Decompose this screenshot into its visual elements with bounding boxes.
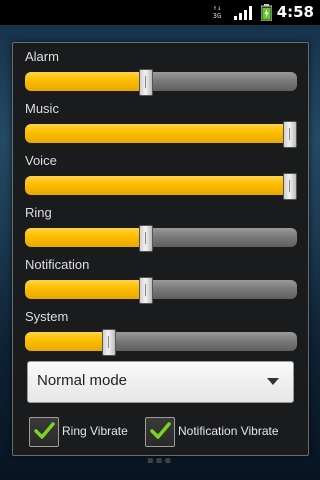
clock-time: 4:58 (276, 3, 314, 21)
signal-icon (234, 6, 252, 20)
music-volume-label: Music (25, 101, 59, 116)
app-drawer-icon: ▪▪▪ (146, 455, 174, 466)
music-volume-row: Music (13, 97, 308, 149)
system-volume-thumb[interactable] (102, 329, 116, 356)
voice-volume-slider[interactable] (25, 176, 297, 195)
ring-volume-thumb[interactable] (139, 225, 153, 252)
system-volume-fill (25, 332, 109, 351)
battery-icon (261, 4, 272, 21)
ringer-mode-dropdown[interactable]: Normal mode (27, 361, 294, 403)
system-volume-label: System (25, 309, 69, 324)
notification-volume-fill (25, 280, 146, 299)
voice-volume-thumb[interactable] (283, 173, 297, 200)
checkbox-box[interactable] (145, 417, 175, 447)
notification-volume-thumb[interactable] (139, 277, 153, 304)
voice-volume-label: Voice (25, 153, 57, 168)
checkbox-box[interactable] (29, 417, 59, 447)
alarm-volume-row: Alarm (13, 45, 308, 97)
ringer-mode-value: Normal mode (37, 372, 128, 389)
voice-volume-row: Voice (13, 149, 308, 201)
alarm-volume-thumb[interactable] (139, 69, 153, 96)
music-volume-thumb[interactable] (283, 121, 297, 148)
alarm-volume-slider[interactable] (25, 72, 297, 91)
voice-volume-fill (25, 176, 290, 195)
alarm-volume-label: Alarm (25, 49, 59, 64)
notification-volume-slider[interactable] (25, 280, 297, 299)
ring-volume-label: Ring (25, 205, 52, 220)
notification-volume-label: Notification (25, 257, 90, 272)
notification-volume-row: Notification (13, 253, 308, 305)
music-volume-slider[interactable] (25, 124, 297, 143)
music-volume-fill (25, 124, 290, 143)
ring-volume-fill (25, 228, 146, 247)
3g-icon: ↑↓ 3G (212, 4, 222, 20)
system-volume-slider[interactable] (25, 332, 297, 351)
ring-volume-row: Ring (13, 201, 308, 253)
ring-volume-slider[interactable] (25, 228, 297, 247)
alarm-volume-fill (25, 72, 146, 91)
ring-vibrate-label: Ring Vibrate (62, 424, 128, 438)
notification-vibrate-label: Notification Vibrate (178, 424, 279, 438)
system-volume-row: System (13, 305, 308, 357)
status-bar: ↑↓ 3G 4:58 (0, 0, 320, 25)
checkmark-icon (150, 422, 171, 439)
volume-dialog: Alarm Music Voice Ring Notification System No… (12, 42, 309, 456)
dropdown-arrow-icon (267, 378, 279, 385)
checkmark-icon (34, 422, 55, 439)
